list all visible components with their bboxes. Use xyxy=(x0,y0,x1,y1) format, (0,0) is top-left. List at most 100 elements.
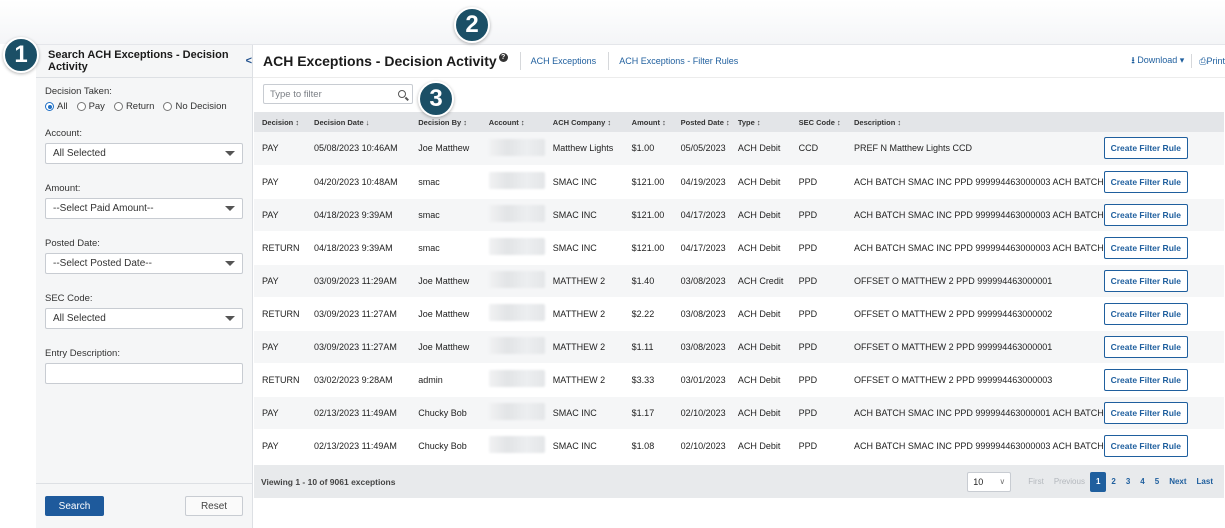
create-filter-rule-button[interactable]: Create Filter Rule xyxy=(1103,170,1188,193)
last-page-link[interactable]: Last xyxy=(1192,472,1218,492)
radio-no-decision-indicator[interactable] xyxy=(163,102,173,111)
column-header-type[interactable]: Type ↕ xyxy=(729,112,791,132)
help-icon[interactable]: ? xyxy=(498,52,508,62)
chevron-down-icon: ∨ xyxy=(999,477,1006,486)
column-header-description[interactable]: Description ↕ xyxy=(846,112,1104,132)
radio-all-indicator[interactable] xyxy=(45,102,54,111)
create-filter-rule-button[interactable]: Create Filter Rule xyxy=(1103,368,1188,391)
print-button[interactable]: ⎙Print xyxy=(1199,56,1225,67)
amount-label: Amount: xyxy=(45,183,81,194)
create-filter-rule-button[interactable]: Create Filter Rule xyxy=(1103,269,1188,292)
cell-sec-code: CCD xyxy=(790,132,847,166)
redacted-account xyxy=(488,304,545,321)
cell-decision: PAY xyxy=(254,264,307,298)
cell-ach-company: SMAC INC xyxy=(544,396,624,430)
page-2-link[interactable]: 2 xyxy=(1106,472,1120,492)
radio-pay[interactable]: Pay xyxy=(76,101,105,112)
cell-decision: RETURN xyxy=(254,231,307,265)
amount-select[interactable]: --Select Paid Amount-- xyxy=(45,198,243,219)
cell-action: Create Filter Rule xyxy=(1103,198,1224,232)
table-row: PAY 03/09/2023 11:29AM Joe Matthew MATTHEW … xyxy=(254,264,1224,298)
decision-taken-label: Decision Taken: xyxy=(45,86,112,97)
column-header-posted-date[interactable]: Posted Date ↕ xyxy=(672,112,730,132)
table-body: PAY 05/08/2023 10:46AM Joe Matthew Matthew … xyxy=(254,132,1224,463)
column-header-account[interactable]: Account ↕ xyxy=(480,112,545,132)
cell-ach-company: MATTHEW 2 xyxy=(544,297,624,331)
cell-decision: PAY xyxy=(254,429,307,463)
cell-decision-date: 02/13/2023 11:49AM xyxy=(306,396,411,430)
account-select[interactable]: All Selected xyxy=(45,143,243,164)
page-4-link[interactable]: 4 xyxy=(1135,472,1149,492)
search-button[interactable]: Search xyxy=(45,496,104,516)
cell-decision-date: 05/08/2023 10:46AM xyxy=(306,132,411,166)
create-filter-rule-button[interactable]: Create Filter Rule xyxy=(1103,302,1188,325)
radio-return[interactable]: Return xyxy=(113,101,154,112)
radio-return-indicator[interactable] xyxy=(113,102,123,111)
cell-posted-date: 03/01/2023 xyxy=(672,363,730,397)
download-button[interactable]: ⭳ Download ▾ xyxy=(1132,53,1185,69)
first-page-link[interactable]: First xyxy=(1023,472,1049,492)
ach-exceptions-link[interactable]: ACH Exceptions xyxy=(519,52,596,70)
cell-type: ACH Debit xyxy=(729,429,791,463)
cell-posted-date: 04/19/2023 xyxy=(672,165,730,199)
cell-decision-by: Chucky Bob xyxy=(410,429,481,463)
column-header-sec-code[interactable]: SEC Code ↕ xyxy=(790,112,847,132)
posted-date-select[interactable]: --Select Posted Date-- xyxy=(45,253,243,274)
collapse-sidebar-icon[interactable]: < xyxy=(246,55,252,67)
create-filter-rule-button[interactable]: Create Filter Rule xyxy=(1103,137,1188,160)
header-actions: ⭳ Download ▾ ⎙Print xyxy=(1132,53,1225,69)
cell-account xyxy=(480,396,545,430)
cell-decision-by: Joe Matthew xyxy=(410,132,481,166)
cell-decision-by: Joe Matthew xyxy=(410,297,481,331)
download-icon: ⭳ xyxy=(1131,55,1135,65)
create-filter-rule-button[interactable]: Create Filter Rule xyxy=(1103,401,1188,424)
page-size-value: 10 xyxy=(973,476,984,487)
cell-description: OFFSET O MATTHEW 2 PPD 999994463000003 xyxy=(846,363,1104,397)
filter-rules-link[interactable]: ACH Exceptions - Filter Rules xyxy=(608,52,738,70)
account-select-value: All Selected xyxy=(53,148,106,159)
radio-pay-indicator[interactable] xyxy=(76,102,86,111)
reset-button[interactable]: Reset xyxy=(185,496,243,516)
chevron-down-icon xyxy=(225,261,235,266)
column-header-decision[interactable]: Decision ↕ xyxy=(254,112,307,132)
chevron-down-icon xyxy=(225,206,235,211)
cell-action: Create Filter Rule xyxy=(1103,363,1224,397)
previous-page-link[interactable]: Previous xyxy=(1049,472,1090,492)
radio-all[interactable]: All xyxy=(45,101,68,112)
sec-code-select[interactable]: All Selected xyxy=(45,308,243,329)
cell-sec-code: PPD xyxy=(790,396,847,430)
redacted-account xyxy=(488,370,545,387)
table-row: PAY 04/20/2023 10:48AM smac SMAC INC $121.00… xyxy=(254,165,1224,199)
exceptions-table: Decision ↕ Decision Date ↓ Decision By ↕ Ac… xyxy=(254,112,1224,463)
cell-type: ACH Debit xyxy=(729,231,791,265)
cell-decision: RETURN xyxy=(254,297,307,331)
radio-no-decision[interactable]: No Decision xyxy=(163,101,227,112)
cell-decision-date: 04/20/2023 10:48AM xyxy=(306,165,411,199)
column-header-amount[interactable]: Amount ↕ xyxy=(623,112,673,132)
filter-input[interactable]: Type to filter xyxy=(263,84,413,104)
page-3-link[interactable]: 3 xyxy=(1121,472,1135,492)
cell-decision-by: Chucky Bob xyxy=(410,396,481,430)
create-filter-rule-button[interactable]: Create Filter Rule xyxy=(1103,335,1188,358)
column-header-ach-company[interactable]: ACH Company ↕ xyxy=(544,112,624,132)
cell-description: OFFSET O MATTHEW 2 PPD 999994463000001 xyxy=(846,330,1104,364)
page-5-link[interactable]: 5 xyxy=(1150,472,1164,492)
create-filter-rule-button[interactable]: Create Filter Rule xyxy=(1103,203,1188,226)
redacted-account xyxy=(488,337,545,354)
page-size-select[interactable]: 10 ∨ xyxy=(967,471,1012,492)
cell-decision-date: 03/09/2023 11:29AM xyxy=(306,264,411,298)
create-filter-rule-button[interactable]: Create Filter Rule xyxy=(1103,236,1188,259)
column-header-decision-date[interactable]: Decision Date ↓ xyxy=(306,112,411,132)
cell-action: Create Filter Rule xyxy=(1103,297,1224,331)
cell-account xyxy=(480,165,545,199)
create-filter-rule-button[interactable]: Create Filter Rule xyxy=(1103,434,1188,457)
app-window: Search ACH Exceptions - Decision Activit… xyxy=(36,44,1225,528)
cell-description: ACH BATCH SMAC INC PPD 999994463000003 A… xyxy=(846,231,1104,265)
page-1-link[interactable]: 1 xyxy=(1089,471,1107,492)
cell-action: Create Filter Rule xyxy=(1103,165,1224,199)
next-page-link[interactable]: Next xyxy=(1164,472,1191,492)
column-header-decision-by[interactable]: Decision By ↕ xyxy=(410,112,481,132)
entry-description-input[interactable] xyxy=(45,363,243,384)
filter-row: Type to filter xyxy=(253,78,1225,111)
cell-action: Create Filter Rule xyxy=(1103,396,1224,430)
